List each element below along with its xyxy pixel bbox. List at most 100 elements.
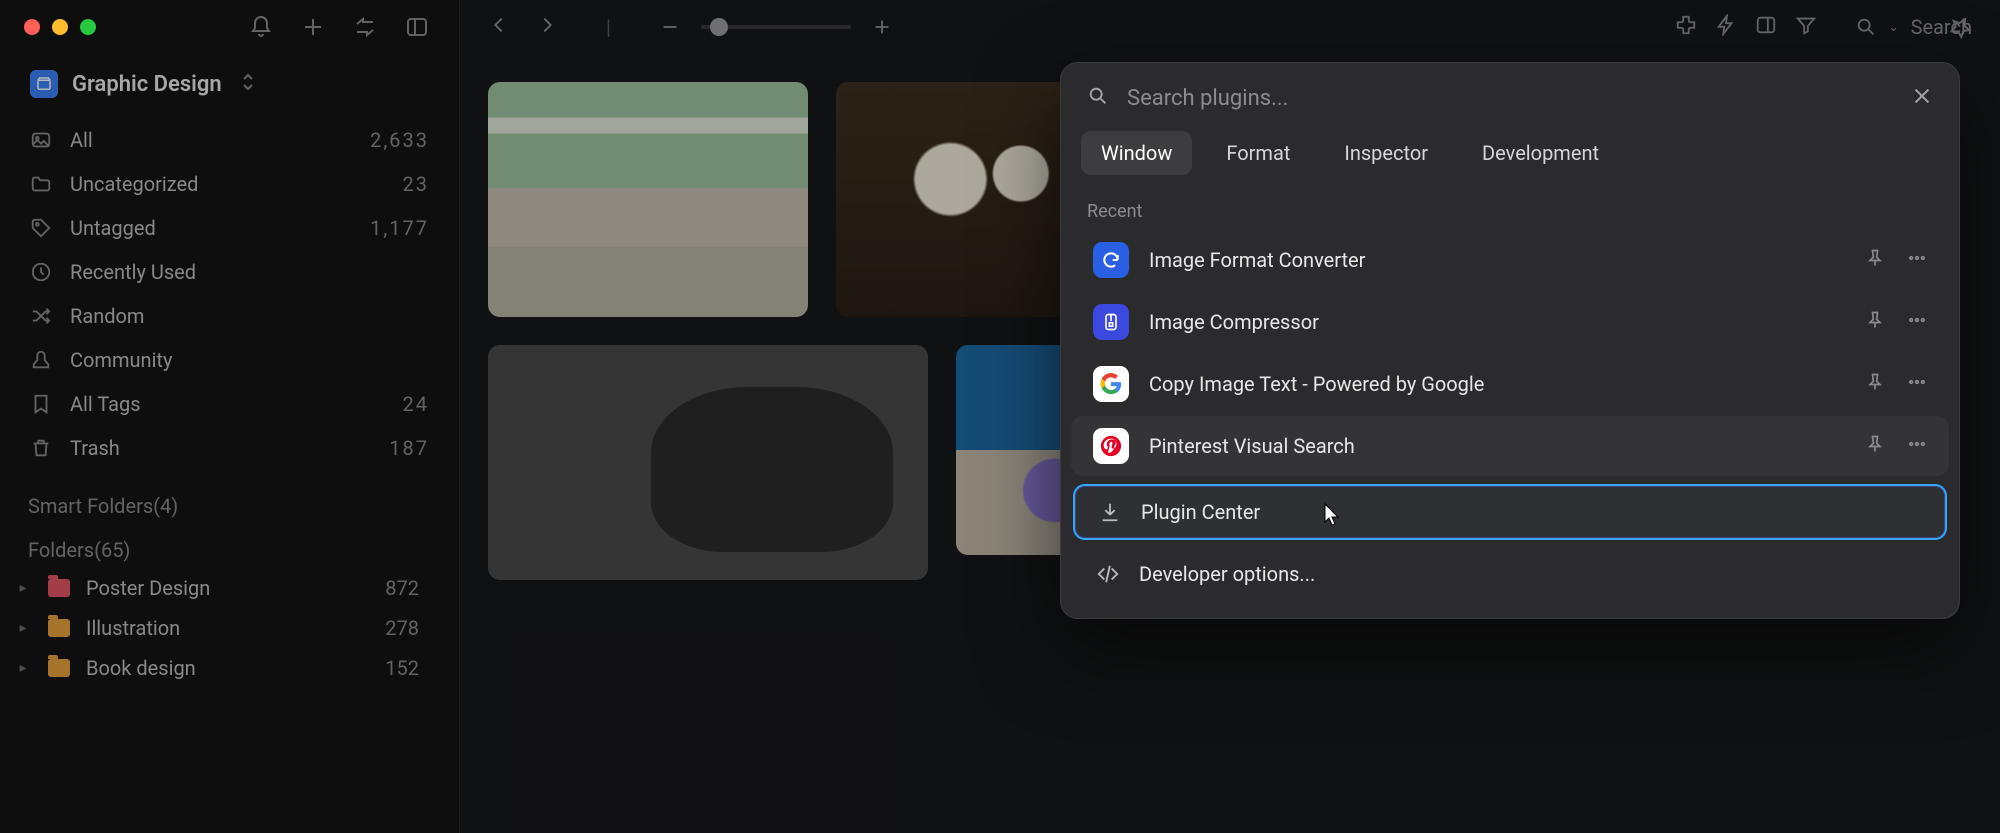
nav-back-button[interactable] xyxy=(488,14,510,40)
recent-section-label: Recent xyxy=(1061,193,1959,228)
pin-icon[interactable] xyxy=(1865,248,1885,273)
actions-button[interactable] xyxy=(1715,14,1737,40)
plugin-search-input[interactable] xyxy=(1127,86,1893,111)
more-icon[interactable] xyxy=(1907,248,1927,273)
pin-icon[interactable] xyxy=(1865,372,1885,397)
pin-icon[interactable] xyxy=(1865,434,1885,459)
nav-forward-button[interactable] xyxy=(536,14,558,40)
sidebar-item-count: 2,633 xyxy=(370,128,429,152)
plugin-icon xyxy=(1093,242,1129,278)
plugin-label: Image Format Converter xyxy=(1149,248,1365,272)
sidebar-item-uncategorized[interactable]: Uncategorized 23 xyxy=(14,162,445,206)
plugin-icon xyxy=(1093,428,1129,464)
thumbnail-size-slider[interactable] xyxy=(659,16,893,38)
plugin-panel: Window Format Inspector Development Rece… xyxy=(1060,62,1960,619)
layout-button[interactable] xyxy=(1755,14,1777,40)
folder-label: Poster Design xyxy=(86,576,210,600)
folder-item[interactable]: ▸ Poster Design 872 xyxy=(14,568,445,608)
folder-list: ▸ Poster Design 872 ▸ Illustration 278 ▸… xyxy=(0,568,459,688)
tab-development[interactable]: Development xyxy=(1462,131,1619,175)
plugin-item-pinterest-visual-search[interactable]: Pinterest Visual Search xyxy=(1071,416,1949,476)
cursor-icon xyxy=(1323,502,1343,528)
notifications-icon[interactable] xyxy=(247,13,275,41)
folder-label: Book design xyxy=(86,656,196,680)
sidebar-item-count: 187 xyxy=(389,436,429,460)
plugin-center-button[interactable]: Plugin Center xyxy=(1073,484,1947,540)
sidebar-item-trash[interactable]: Trash 187 xyxy=(14,426,445,470)
sidebar-item-recently-used[interactable]: Recently Used xyxy=(14,250,445,294)
plugin-label: Pinterest Visual Search xyxy=(1149,434,1355,458)
folder-count: 278 xyxy=(385,616,441,640)
plugins-button[interactable] xyxy=(1675,14,1697,40)
library-name: Graphic Design xyxy=(72,72,222,97)
sidebar-item-label: All xyxy=(70,128,93,152)
thumbnail[interactable] xyxy=(488,82,808,317)
folder-icon xyxy=(48,659,70,677)
add-icon[interactable] xyxy=(299,13,327,41)
pin-icon[interactable] xyxy=(1865,310,1885,335)
path-separator: | xyxy=(606,15,611,39)
sidebar-item-label: Recently Used xyxy=(70,260,196,284)
tab-format[interactable]: Format xyxy=(1206,131,1310,175)
sidebar-item-label: Trash xyxy=(70,436,120,460)
folder-item[interactable]: ▸ Book design 152 xyxy=(14,648,445,688)
plugin-label: Copy Image Text - Powered by Google xyxy=(1149,372,1484,396)
plugin-item-image-format-converter[interactable]: Image Format Converter xyxy=(1071,230,1949,290)
close-button[interactable] xyxy=(1911,85,1933,111)
sidebar-item-all-tags[interactable]: All Tags 24 xyxy=(14,382,445,426)
folder-label: Illustration xyxy=(86,616,180,640)
more-icon[interactable] xyxy=(1907,310,1927,335)
main-toolbar: | ⌄ Search xyxy=(460,0,2000,54)
window-zoom-button[interactable] xyxy=(80,19,96,35)
sidebar-item-community[interactable]: Community xyxy=(14,338,445,382)
plugin-item-copy-image-text[interactable]: Copy Image Text - Powered by Google xyxy=(1071,354,1949,414)
library-selector[interactable]: Graphic Design xyxy=(0,54,459,112)
sidebar-item-count: 23 xyxy=(403,172,429,196)
folder-icon xyxy=(48,619,70,637)
plugin-label: Image Compressor xyxy=(1149,310,1319,334)
folders-header[interactable]: Folders(65) xyxy=(0,524,459,568)
window-close-button[interactable] xyxy=(24,19,40,35)
pin-button[interactable] xyxy=(1946,14,1974,42)
folder-icon xyxy=(48,579,70,597)
plugin-center-label: Plugin Center xyxy=(1141,500,1260,524)
thumbnail[interactable] xyxy=(488,345,928,580)
sidebar-item-label: All Tags xyxy=(70,392,141,416)
tab-inspector[interactable]: Inspector xyxy=(1324,131,1448,175)
sidebar-item-all[interactable]: All 2,633 xyxy=(14,118,445,162)
sidebar: Graphic Design All 2,633 Uncategorized 2… xyxy=(0,0,460,833)
folder-count: 872 xyxy=(385,576,441,600)
toggle-sidebar-icon[interactable] xyxy=(403,13,431,41)
sidebar-item-untagged[interactable]: Untagged 1,177 xyxy=(14,206,445,250)
smart-folders-header[interactable]: Smart Folders(4) xyxy=(0,480,459,524)
filter-button[interactable] xyxy=(1795,14,1817,40)
disclosure-triangle-icon[interactable]: ▸ xyxy=(14,660,32,676)
search-icon xyxy=(1087,85,1109,111)
disclosure-triangle-icon[interactable]: ▸ xyxy=(14,620,32,636)
more-icon[interactable] xyxy=(1907,434,1927,459)
sidebar-item-label: Community xyxy=(70,348,172,372)
sidebar-item-count: 1,177 xyxy=(370,216,429,240)
sync-icon[interactable] xyxy=(351,13,379,41)
tab-window[interactable]: Window xyxy=(1081,131,1192,175)
window-minimize-button[interactable] xyxy=(52,19,68,35)
search-scope-dropdown-icon[interactable]: ⌄ xyxy=(1889,20,1899,34)
main-content: | ⌄ Search xyxy=(460,0,2000,833)
sidebar-item-count: 24 xyxy=(403,392,429,416)
developer-options-button[interactable]: Developer options... xyxy=(1073,548,1947,600)
sidebar-item-label: Untagged xyxy=(70,216,156,240)
more-icon[interactable] xyxy=(1907,372,1927,397)
sidebar-nav-list: All 2,633 Uncategorized 23 Untagged 1,17… xyxy=(0,112,459,480)
sidebar-item-random[interactable]: Random xyxy=(14,294,445,338)
plugin-icon xyxy=(1093,366,1129,402)
plugin-item-image-compressor[interactable]: Image Compressor xyxy=(1071,292,1949,352)
chevron-updown-icon xyxy=(240,72,256,96)
disclosure-triangle-icon[interactable]: ▸ xyxy=(14,580,32,596)
developer-options-label: Developer options... xyxy=(1139,562,1315,586)
folder-item[interactable]: ▸ Illustration 278 xyxy=(14,608,445,648)
folder-count: 152 xyxy=(385,656,441,680)
plugin-tabs: Window Format Inspector Development xyxy=(1061,121,1959,193)
library-icon xyxy=(30,70,58,98)
sidebar-item-label: Uncategorized xyxy=(70,172,198,196)
plugin-icon xyxy=(1093,304,1129,340)
